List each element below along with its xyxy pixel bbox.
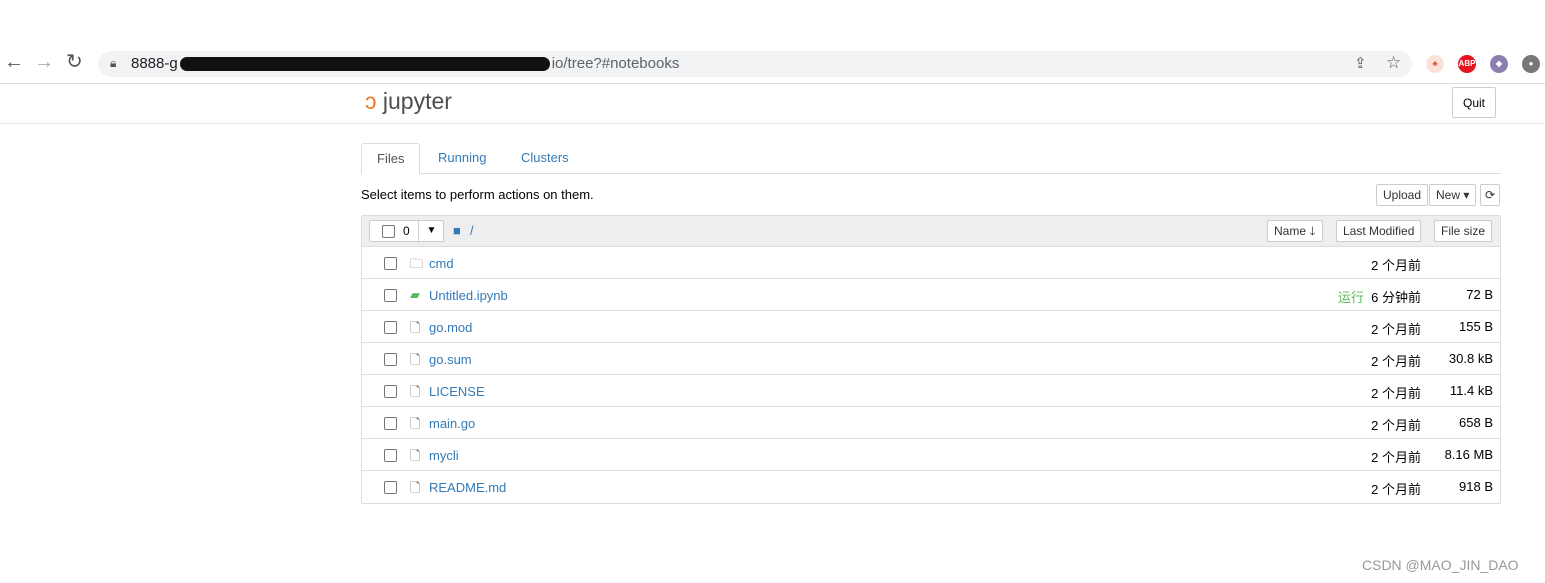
adblock-icon[interactable]: ABP (1458, 55, 1476, 73)
select-all-checkbox[interactable] (382, 225, 395, 238)
file-name-link[interactable]: main.go (429, 416, 475, 431)
extension-cat-icon[interactable]: ◆ (1490, 55, 1508, 73)
row-checkbox[interactable] (384, 449, 397, 462)
modified-text: 2 个月前 (1371, 322, 1421, 337)
list-header: 0 ▼ ■ / Name 🡓 Last Modified File size (362, 216, 1500, 247)
file-list: 0 ▼ ■ / Name 🡓 Last Modified File size 🗀… (361, 215, 1501, 504)
file-icon: 🗋 (410, 384, 421, 399)
last-modified: 2 个月前 (1371, 319, 1421, 338)
file-name-link[interactable]: README.md (429, 480, 506, 495)
row-checkbox[interactable] (384, 417, 397, 430)
notebook-icon: ▰ (410, 287, 420, 302)
last-modified: 运行 6 分钟前 (1338, 287, 1421, 306)
file-size: 658 B (1459, 415, 1493, 430)
file-icon: 🗋 (410, 352, 421, 367)
modified-text: 2 个月前 (1371, 418, 1421, 433)
quit-button[interactable]: Quit (1452, 87, 1496, 118)
file-size: 30.8 kB (1448, 351, 1493, 366)
file-row[interactable]: 🗋 go.sum 2 个月前 30.8 kB (362, 343, 1500, 375)
extension-icon[interactable]: ♣ (1426, 55, 1444, 73)
file-name-link[interactable]: go.mod (429, 320, 472, 335)
file-name-link[interactable]: cmd (429, 256, 454, 271)
new-label: New (1436, 188, 1461, 202)
row-checkbox[interactable] (384, 257, 397, 270)
select-all-group: 0 ▼ (369, 220, 444, 242)
refresh-button[interactable]: ⟳ (1480, 184, 1501, 206)
row-checkbox[interactable] (384, 353, 397, 366)
modified-text: 2 个月前 (1371, 450, 1421, 465)
file-name-link[interactable]: Untitled.ipynb (429, 288, 508, 303)
file-icon: 🗋 (410, 416, 421, 431)
folder-icon: ■ (453, 223, 461, 238)
upload-button[interactable]: Upload (1376, 184, 1429, 206)
sort-name-button[interactable]: Name 🡓 (1267, 220, 1323, 242)
file-size: 918 B (1459, 479, 1493, 494)
file-icon: 🗋 (410, 320, 421, 335)
tab-running[interactable]: Running (423, 143, 501, 174)
modified-text: 2 个月前 (1371, 258, 1421, 273)
modified-text: 2 个月前 (1371, 386, 1421, 401)
forward-icon[interactable]: → (34, 52, 54, 72)
redacted-scribble (179, 57, 550, 72)
new-button[interactable]: New ▾ (1429, 184, 1477, 206)
last-modified: 2 个月前 (1371, 383, 1421, 402)
last-modified: 2 个月前 (1371, 351, 1421, 370)
modified-text: 2 个月前 (1371, 482, 1421, 497)
file-name-link[interactable]: mycli (429, 448, 459, 463)
watermark: CSDN @MAO_JIN_DAO (1362, 557, 1519, 573)
file-row[interactable]: 🗋 main.go 2 个月前 658 B (362, 407, 1500, 439)
sort-size-button[interactable]: File size (1434, 220, 1493, 242)
sort-modified-button[interactable]: Last Modified (1336, 220, 1422, 242)
star-icon[interactable]: ☆ (1386, 53, 1401, 73)
jupyter-logo[interactable]: ↄ jupyter (365, 88, 452, 115)
arrow-down-icon: 🡓 (1309, 224, 1316, 238)
sort-name-label: Name (1274, 224, 1307, 238)
file-row[interactable]: 🗋 go.mod 2 个月前 155 B (362, 311, 1500, 343)
folder-icon: 🗀 (410, 256, 424, 271)
selected-count: 0 (403, 224, 410, 238)
file-icon: 🗋 (410, 448, 421, 463)
back-icon[interactable]: ← (4, 52, 24, 72)
modified-text: 2 个月前 (1371, 354, 1421, 369)
breadcrumb-root[interactable]: / (470, 223, 474, 238)
caret-down-icon: ▾ (1463, 188, 1470, 202)
file-icon: 🗋 (410, 480, 421, 495)
file-name-link[interactable]: LICENSE (429, 384, 485, 399)
file-size: 8.16 MB (1444, 447, 1493, 462)
file-row[interactable]: 🗋 mycli 2 个月前 8.16 MB (362, 439, 1500, 471)
selection-hint: Select items to perform actions on them. (361, 187, 594, 202)
file-row[interactable]: 🗋 LICENSE 2 个月前 11.4 kB (362, 375, 1500, 407)
row-checkbox[interactable] (384, 289, 397, 302)
share-icon[interactable]: ⇪ (1354, 54, 1367, 72)
file-row[interactable]: ▰ Untitled.ipynb 运行 6 分钟前 72 B (362, 279, 1500, 311)
file-name-link[interactable]: go.sum (429, 352, 472, 367)
modified-text: 6 分钟前 (1371, 290, 1421, 305)
file-size: 72 B (1466, 287, 1493, 302)
file-row[interactable]: 🗀 cmd 2 个月前 (362, 247, 1500, 279)
lock-icon: 🔒︎ (110, 56, 117, 70)
file-size: 11.4 kB (1449, 383, 1493, 398)
file-size: 155 B (1459, 319, 1493, 334)
extension-tomato-icon[interactable]: ● (1522, 55, 1540, 73)
last-modified: 2 个月前 (1371, 255, 1421, 274)
jupyter-logo-icon: ↄ (365, 88, 377, 114)
last-modified: 2 个月前 (1371, 479, 1421, 498)
select-dropdown[interactable]: ▼ (418, 221, 444, 241)
reload-icon[interactable]: ↻ (66, 52, 83, 72)
row-checkbox[interactable] (384, 321, 397, 334)
running-status: 运行 (1337, 290, 1364, 305)
jupyter-header (0, 84, 1545, 124)
refresh-icon: ⟳ (1485, 188, 1496, 202)
last-modified: 2 个月前 (1371, 447, 1421, 466)
last-modified: 2 个月前 (1371, 415, 1421, 434)
tab-files[interactable]: Files (361, 143, 421, 175)
row-checkbox[interactable] (384, 481, 397, 494)
row-checkbox[interactable] (384, 385, 397, 398)
tab-clusters[interactable]: Clusters (506, 143, 584, 174)
tab-bar: Files Running Clusters (361, 143, 1501, 175)
url-text[interactable]: 8888-g io/tree?#notebooks (131, 55, 679, 72)
file-row[interactable]: 🗋 README.md 2 个月前 918 B (362, 471, 1500, 503)
